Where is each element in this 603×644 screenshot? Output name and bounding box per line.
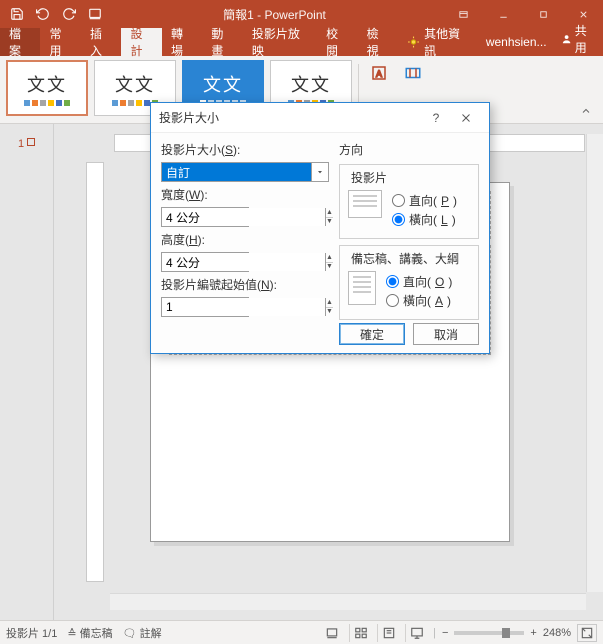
spin-down-icon[interactable]: ▼ xyxy=(326,308,333,317)
number-from-spinner[interactable]: ▲▼ xyxy=(161,297,249,317)
tab-insert[interactable]: 插入 xyxy=(81,28,121,56)
thumbnail-1[interactable]: 1 xyxy=(18,138,35,150)
reading-view-icon[interactable] xyxy=(377,624,399,642)
zoom-level[interactable]: 248% xyxy=(543,627,571,639)
undo-icon[interactable] xyxy=(32,3,54,25)
zoom-out-icon[interactable]: − xyxy=(442,627,448,639)
number-from-input[interactable] xyxy=(162,298,325,316)
slide-size-value: 自訂 xyxy=(162,163,311,181)
tab-view[interactable]: 檢視 xyxy=(358,28,398,56)
thumbnail-icon xyxy=(27,138,35,146)
height-spinner[interactable]: ▲▼ xyxy=(161,252,249,272)
dialog-titlebar[interactable]: 投影片大小 ? xyxy=(151,103,489,133)
slide-size-label: 投影片大小(S): xyxy=(161,141,329,158)
slide-size-combo[interactable]: 自訂 xyxy=(161,162,329,182)
slide-sorter-view-icon[interactable] xyxy=(349,624,371,642)
share-button[interactable]: 共用 xyxy=(555,28,603,50)
tab-slideshow[interactable]: 投影片放映 xyxy=(243,28,317,56)
notes-landscape-radio[interactable]: 橫向(A) xyxy=(386,292,452,309)
notes-group-title: 備忘稿、講義、大綱 xyxy=(348,250,462,267)
theme-sample-text: 文文 xyxy=(291,71,331,97)
theme-sample-text: 文文 xyxy=(115,71,155,97)
slideshow-view-icon[interactable] xyxy=(405,624,427,642)
spin-up-icon[interactable]: ▲ xyxy=(326,208,333,218)
user-name: wenhsien... xyxy=(486,35,547,49)
ribbon-display-options-icon[interactable] xyxy=(443,0,483,28)
spin-down-icon[interactable]: ▼ xyxy=(326,263,333,272)
svg-text:A: A xyxy=(376,69,382,79)
format-background-button[interactable]: A xyxy=(365,60,393,86)
minimize-icon[interactable] xyxy=(483,0,523,28)
vertical-scrollbar[interactable] xyxy=(586,134,603,592)
slide-thumbnails-pane[interactable]: 1 xyxy=(0,124,54,620)
number-from-label: 投影片編號起始值(N): xyxy=(161,276,329,293)
horizontal-scrollbar[interactable] xyxy=(110,593,586,610)
close-icon[interactable] xyxy=(563,0,603,28)
tellme-label: 其他資訊 xyxy=(424,25,469,59)
slides-portrait-radio[interactable]: 直向(P) xyxy=(392,192,457,209)
ribbon-tabs: 檔案 常用 插入 設計 轉場 動畫 投影片放映 校閱 檢視 其他資訊 wenhs… xyxy=(0,28,603,56)
status-bar: 投影片 1/1 ≙ 備忘稿 🗨 註解 | − + 248% xyxy=(0,620,603,644)
comments-toggle[interactable]: 🗨 註解 xyxy=(123,625,162,641)
theme-sample-text: 文文 xyxy=(203,71,243,97)
collapse-ribbon-icon[interactable] xyxy=(575,103,597,119)
start-from-beginning-icon[interactable] xyxy=(84,3,106,25)
tab-file[interactable]: 檔案 xyxy=(0,28,40,56)
maximize-icon[interactable] xyxy=(523,0,563,28)
slide-size-dialog: 投影片大小 ? 投影片大小(S): 自訂 寬度(W): ▲▼ 高度(H): ▲▼… xyxy=(150,102,490,354)
notes-toggle[interactable]: ≙ 備忘稿 xyxy=(67,625,112,641)
tab-review[interactable]: 校閱 xyxy=(317,28,357,56)
height-input[interactable] xyxy=(162,253,325,271)
slides-group-title: 投影片 xyxy=(348,169,390,186)
user-account[interactable]: wenhsien... xyxy=(478,28,555,56)
spin-up-icon[interactable]: ▲ xyxy=(326,253,333,263)
dialog-title: 投影片大小 xyxy=(159,109,219,126)
tab-design[interactable]: 設計 xyxy=(121,28,161,56)
save-icon[interactable] xyxy=(6,3,28,25)
dialog-help-icon[interactable]: ? xyxy=(421,105,451,131)
notes-orientation-group: 備忘稿、講義、大綱 直向(O) 橫向(A) xyxy=(339,245,479,320)
dialog-close-icon[interactable] xyxy=(451,105,481,131)
slide-indicator[interactable]: 投影片 1/1 xyxy=(6,625,57,641)
zoom-in-icon[interactable]: + xyxy=(530,627,536,639)
tab-tellme[interactable]: 其他資訊 xyxy=(398,28,478,56)
tab-home[interactable]: 常用 xyxy=(40,28,80,56)
cancel-button[interactable]: 取消 xyxy=(413,323,479,345)
width-input[interactable] xyxy=(162,208,325,226)
window-title: 簡報1 - PowerPoint xyxy=(106,6,443,23)
theme-sample-text: 文文 xyxy=(27,71,67,97)
slides-landscape-radio[interactable]: 橫向(L) xyxy=(392,211,457,228)
notes-portrait-radio[interactable]: 直向(O) xyxy=(386,273,452,290)
chevron-down-icon[interactable] xyxy=(311,163,328,181)
width-label: 寬度(W): xyxy=(161,186,329,203)
page-orientation-icon xyxy=(348,190,382,218)
theme-color-row xyxy=(24,100,70,106)
spin-down-icon[interactable]: ▼ xyxy=(326,218,333,227)
vertical-ruler[interactable] xyxy=(86,162,104,582)
orientation-label: 方向 xyxy=(339,141,479,158)
slides-orientation-group: 投影片 直向(P) 橫向(L) xyxy=(339,164,479,239)
fit-to-window-icon[interactable] xyxy=(577,624,597,642)
ok-button[interactable]: 確定 xyxy=(339,323,405,345)
width-spinner[interactable]: ▲▼ xyxy=(161,207,249,227)
zoom-slider[interactable] xyxy=(454,631,524,635)
quick-access-toolbar xyxy=(0,3,106,25)
theme-office[interactable]: 文文 xyxy=(6,60,88,116)
title-bar: 簡報1 - PowerPoint xyxy=(0,0,603,28)
tab-animations[interactable]: 動畫 xyxy=(202,28,242,56)
page-orientation-icon xyxy=(348,271,376,305)
tab-transitions[interactable]: 轉場 xyxy=(162,28,202,56)
redo-icon[interactable] xyxy=(58,3,80,25)
normal-view-icon[interactable] xyxy=(321,624,343,642)
height-label: 高度(H): xyxy=(161,231,329,248)
slide-size-button[interactable] xyxy=(399,60,427,86)
spin-up-icon[interactable]: ▲ xyxy=(326,298,333,308)
window-controls xyxy=(443,0,603,28)
thumbnail-number: 1 xyxy=(18,138,24,150)
